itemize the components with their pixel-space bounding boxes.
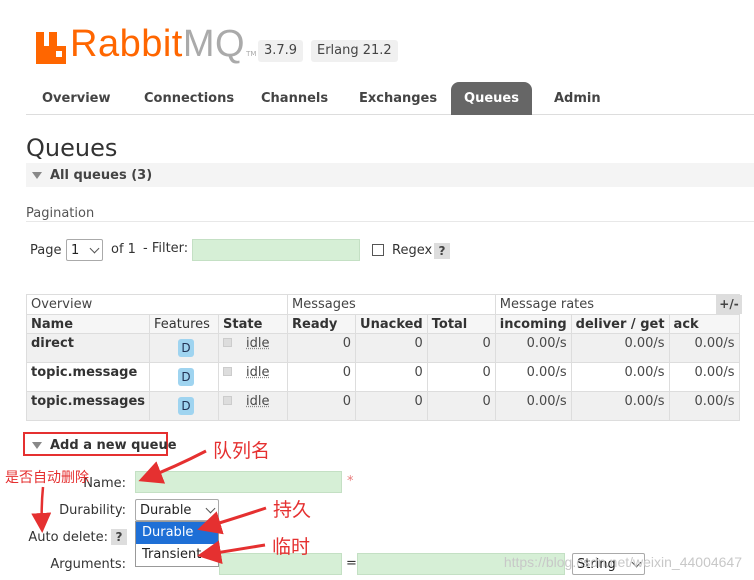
durable-feature-badge: D — [178, 339, 195, 357]
collapse-triangle-icon — [32, 442, 42, 449]
filter-input[interactable] — [192, 239, 360, 261]
table-row[interactable]: direct D idle 0 0 0 0.00/s 0.00/s 0.00/s — [25, 333, 740, 363]
auto-delete-help-button[interactable]: ? — [111, 529, 127, 545]
tab-admin[interactable]: Admin — [554, 82, 601, 115]
deliver-rate: 0.00/s — [570, 333, 670, 363]
table-row[interactable]: topic.message D idle 0 0 0 0.00/s 0.00/s… — [25, 362, 740, 392]
annotation-auto-delete: 是否自动删除 — [5, 470, 89, 486]
incoming-rate: 0.00/s — [494, 362, 572, 392]
page-title: Queues — [26, 134, 118, 162]
column-ready[interactable]: Ready — [287, 314, 357, 334]
deliver-rate: 0.00/s — [570, 362, 670, 392]
incoming-rate: 0.00/s — [494, 391, 572, 421]
page-label: Page — [30, 243, 62, 258]
queue-name-link[interactable]: topic.messages — [25, 391, 151, 421]
column-features: Features — [149, 314, 220, 334]
group-message-rates: Message rates — [494, 294, 740, 315]
column-name[interactable]: Name — [25, 314, 151, 334]
queue-name-link[interactable]: direct — [25, 333, 151, 363]
annotation-queue-name: 队列名 — [213, 440, 271, 462]
filter-label: - Filter: — [143, 241, 189, 256]
durability-select[interactable]: Durable — [135, 499, 219, 521]
chevron-down-icon — [89, 243, 100, 253]
chevron-down-icon — [205, 503, 216, 513]
regex-checkbox[interactable] — [372, 244, 384, 256]
queue-name-input[interactable] — [135, 471, 342, 493]
add-queue-title: Add a new queue — [50, 438, 177, 453]
ready-count: 0 — [287, 362, 357, 392]
tab-exchanges[interactable]: Exchanges — [359, 82, 437, 115]
watermark: https://blog.csdn.net/weixin_44004647 — [503, 554, 742, 570]
tab-queues[interactable]: Queues — [451, 82, 532, 115]
state-indicator-icon — [223, 338, 233, 347]
deliver-rate: 0.00/s — [570, 391, 670, 421]
group-overview: Overview — [25, 294, 289, 315]
durability-dropdown: Durable Transient — [135, 521, 219, 567]
auto-delete-label: Auto delete: — [28, 530, 108, 545]
incoming-rate: 0.00/s — [494, 333, 572, 363]
add-queue-section-header[interactable]: Add a new queue — [32, 438, 177, 453]
logo-trademark: TM — [246, 50, 257, 58]
total-count: 0 — [426, 362, 496, 392]
option-transient[interactable]: Transient — [136, 544, 218, 566]
annotation-durable: 持久 — [273, 499, 312, 521]
queue-state: idle — [246, 336, 270, 351]
column-toggle-button[interactable]: +/- — [716, 295, 742, 314]
ack-rate: 0.00/s — [668, 362, 740, 392]
total-count: 0 — [426, 333, 496, 363]
ack-rate: 0.00/s — [668, 333, 740, 363]
durable-feature-badge: D — [178, 368, 195, 386]
column-state[interactable]: State — [218, 314, 289, 334]
tab-connections[interactable]: Connections — [144, 82, 234, 115]
logo-main-text: Rabbit — [70, 23, 183, 65]
queue-state: idle — [246, 394, 270, 409]
durability-select-value: Durable — [140, 502, 192, 518]
queue-state: idle — [246, 365, 270, 380]
version-badge: 3.7.9 — [258, 40, 304, 62]
queues-table: Overview Messages Message rates Name Fea… — [25, 294, 740, 421]
group-messages: Messages — [287, 294, 496, 315]
state-indicator-icon — [223, 396, 233, 405]
ready-count: 0 — [287, 333, 357, 363]
column-ack[interactable]: ack — [668, 314, 740, 334]
all-queues-section-header[interactable]: All queues (3) — [26, 163, 754, 187]
ready-count: 0 — [287, 391, 357, 421]
column-deliver-get[interactable]: deliver / get — [570, 314, 670, 334]
page-select-value: 1 — [71, 242, 80, 258]
all-queues-title: All queues (3) — [50, 168, 153, 183]
regex-help-button[interactable]: ? — [434, 243, 450, 259]
rabbitmq-logo: RabbitMQ TM — [36, 22, 256, 64]
ack-rate: 0.00/s — [668, 391, 740, 421]
option-durable[interactable]: Durable — [136, 522, 218, 544]
durability-label: Durability: — [59, 503, 126, 518]
main-nav-tabs: Overview Connections Channels Exchanges … — [26, 82, 754, 115]
annotation-transient: 临时 — [272, 536, 311, 558]
required-marker: * — [347, 474, 354, 489]
queue-name-link[interactable]: topic.message — [25, 362, 151, 392]
unacked-count: 0 — [355, 362, 428, 392]
argument-equals: = — [346, 556, 357, 571]
durable-feature-badge: D — [178, 397, 195, 415]
unacked-count: 0 — [355, 391, 428, 421]
page-select[interactable]: 1 — [66, 239, 103, 261]
unacked-count: 0 — [355, 333, 428, 363]
arguments-label: Arguments: — [50, 557, 126, 572]
total-count: 0 — [426, 391, 496, 421]
collapse-triangle-icon — [32, 172, 42, 179]
table-row[interactable]: topic.messages D idle 0 0 0 0.00/s 0.00/… — [25, 391, 740, 421]
tab-channels[interactable]: Channels — [261, 82, 328, 115]
state-indicator-icon — [223, 367, 233, 376]
logo-accent-text: MQ — [182, 23, 246, 65]
erlang-version-badge: Erlang 21.2 — [311, 40, 398, 62]
column-incoming[interactable]: incoming — [494, 314, 572, 334]
divider — [26, 221, 754, 222]
tab-overview[interactable]: Overview — [42, 82, 111, 115]
column-unacked[interactable]: Unacked — [355, 314, 428, 334]
page-count: of 1 — [111, 242, 136, 257]
rabbit-logo-icon — [36, 32, 66, 64]
pagination-label: Pagination — [26, 206, 95, 221]
regex-label: Regex — [392, 243, 433, 258]
column-total[interactable]: Total — [426, 314, 496, 334]
